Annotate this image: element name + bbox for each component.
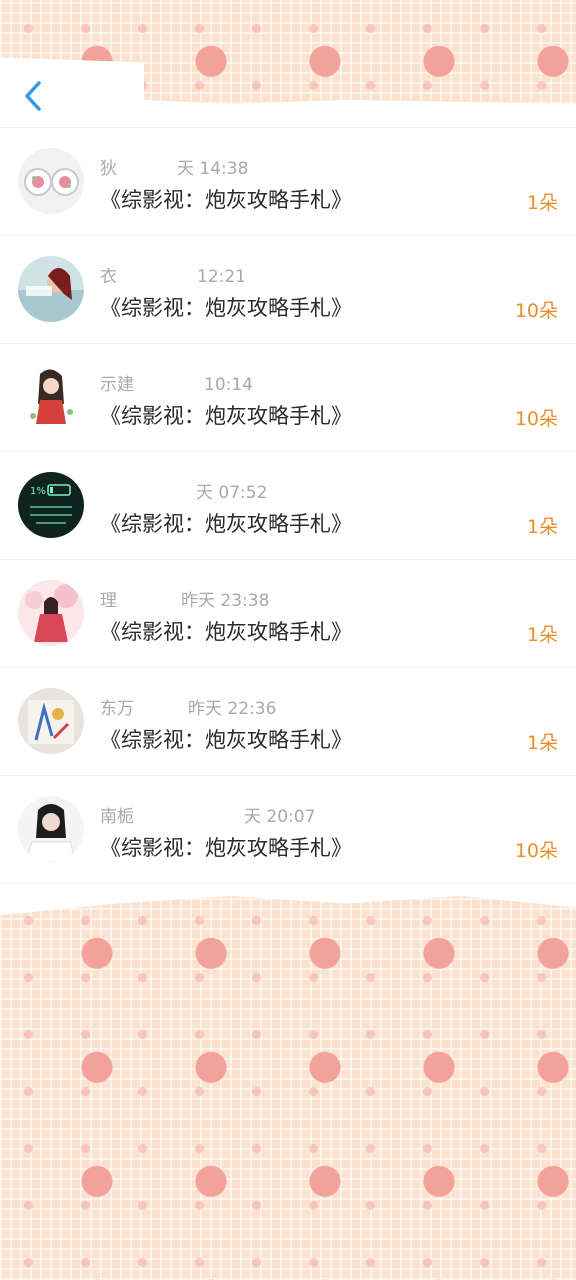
gift-record-list: 狄 天 14:38 《综影视：炮灰攻略手札》 1朵 衣 12:21 《综影视：炮灰攻…: [0, 128, 576, 884]
book-title: 《综影视：炮灰攻略手札》: [100, 404, 352, 428]
privacy-sticker-top: [0, 0, 576, 104]
record-time: 天 20:07: [244, 807, 316, 827]
back-button[interactable]: [16, 74, 50, 118]
book-title: 《综影视：炮灰攻略手札》: [100, 296, 352, 320]
book-title: 《综影视：炮灰攻略手札》: [100, 728, 352, 752]
list-item[interactable]: 理 昨天 23:38 《综影视：炮灰攻略手札》 1朵: [0, 560, 576, 668]
sender-name: 狄: [100, 159, 117, 179]
record-meta: 理 昨天 23:38: [100, 586, 269, 611]
book-title: 《综影视：炮灰攻略手札》: [100, 836, 352, 860]
list-item[interactable]: 1% 天 07:52 《综影视：炮灰攻略手札》 1朵: [0, 452, 576, 560]
gift-count: 1朵: [526, 624, 558, 646]
book-title: 《综影视：炮灰攻略手札》: [100, 188, 352, 212]
sender-name: 南栀: [100, 807, 134, 827]
svg-text:1%: 1%: [30, 486, 46, 497]
gift-count: 10朵: [514, 840, 558, 862]
record-meta: 东万 昨天 22:36: [100, 694, 276, 719]
avatar: [18, 580, 84, 646]
record-time: 10:14: [204, 375, 253, 395]
record-meta: 示建 10:14: [100, 370, 253, 395]
avatar: [18, 256, 84, 322]
gift-records-page: 狄 天 14:38 《综影视：炮灰攻略手札》 1朵 衣 12:21 《综影视：炮灰攻…: [0, 0, 576, 1280]
avatar: [18, 796, 84, 862]
avatar: [18, 148, 84, 214]
book-title: 《综影视：炮灰攻略手札》: [100, 512, 352, 536]
gift-count: 1朵: [526, 516, 558, 538]
sender-name: 衣: [100, 267, 117, 287]
record-time: 天 14:38: [177, 159, 249, 179]
avatar: [18, 688, 84, 754]
record-meta: 天 07:52: [100, 478, 267, 503]
avatar: [18, 364, 84, 430]
sender-name: 示建: [100, 375, 134, 395]
gift-count: 1朵: [526, 732, 558, 754]
record-meta: 狄 天 14:38: [100, 154, 248, 179]
chevron-left-icon: [25, 81, 41, 111]
record-meta: 衣 12:21: [100, 262, 246, 287]
list-item[interactable]: 南栀 天 20:07 《综影视：炮灰攻略手札》 10朵: [0, 776, 576, 884]
list-item[interactable]: 衣 12:21 《综影视：炮灰攻略手札》 10朵: [0, 236, 576, 344]
record-time: 昨天 22:36: [188, 699, 277, 719]
privacy-sticker-bottom: [0, 895, 576, 1280]
list-item[interactable]: 东万 昨天 22:36 《综影视：炮灰攻略手札》 1朵: [0, 668, 576, 776]
record-meta: 南栀 天 20:07: [100, 802, 315, 827]
gift-count: 10朵: [514, 300, 558, 322]
sender-name: 东万: [100, 699, 134, 719]
gift-count: 10朵: [514, 408, 558, 430]
sender-name: 理: [100, 591, 117, 611]
list-item[interactable]: 示建 10:14 《综影视：炮灰攻略手札》 10朵: [0, 344, 576, 452]
list-item[interactable]: 狄 天 14:38 《综影视：炮灰攻略手札》 1朵: [0, 128, 576, 236]
avatar: 1%: [18, 472, 84, 538]
gift-count: 1朵: [526, 192, 558, 214]
book-title: 《综影视：炮灰攻略手札》: [100, 620, 352, 644]
record-time: 昨天 23:38: [181, 591, 270, 611]
record-time: 12:21: [197, 267, 246, 287]
record-time: 天 07:52: [196, 483, 268, 503]
